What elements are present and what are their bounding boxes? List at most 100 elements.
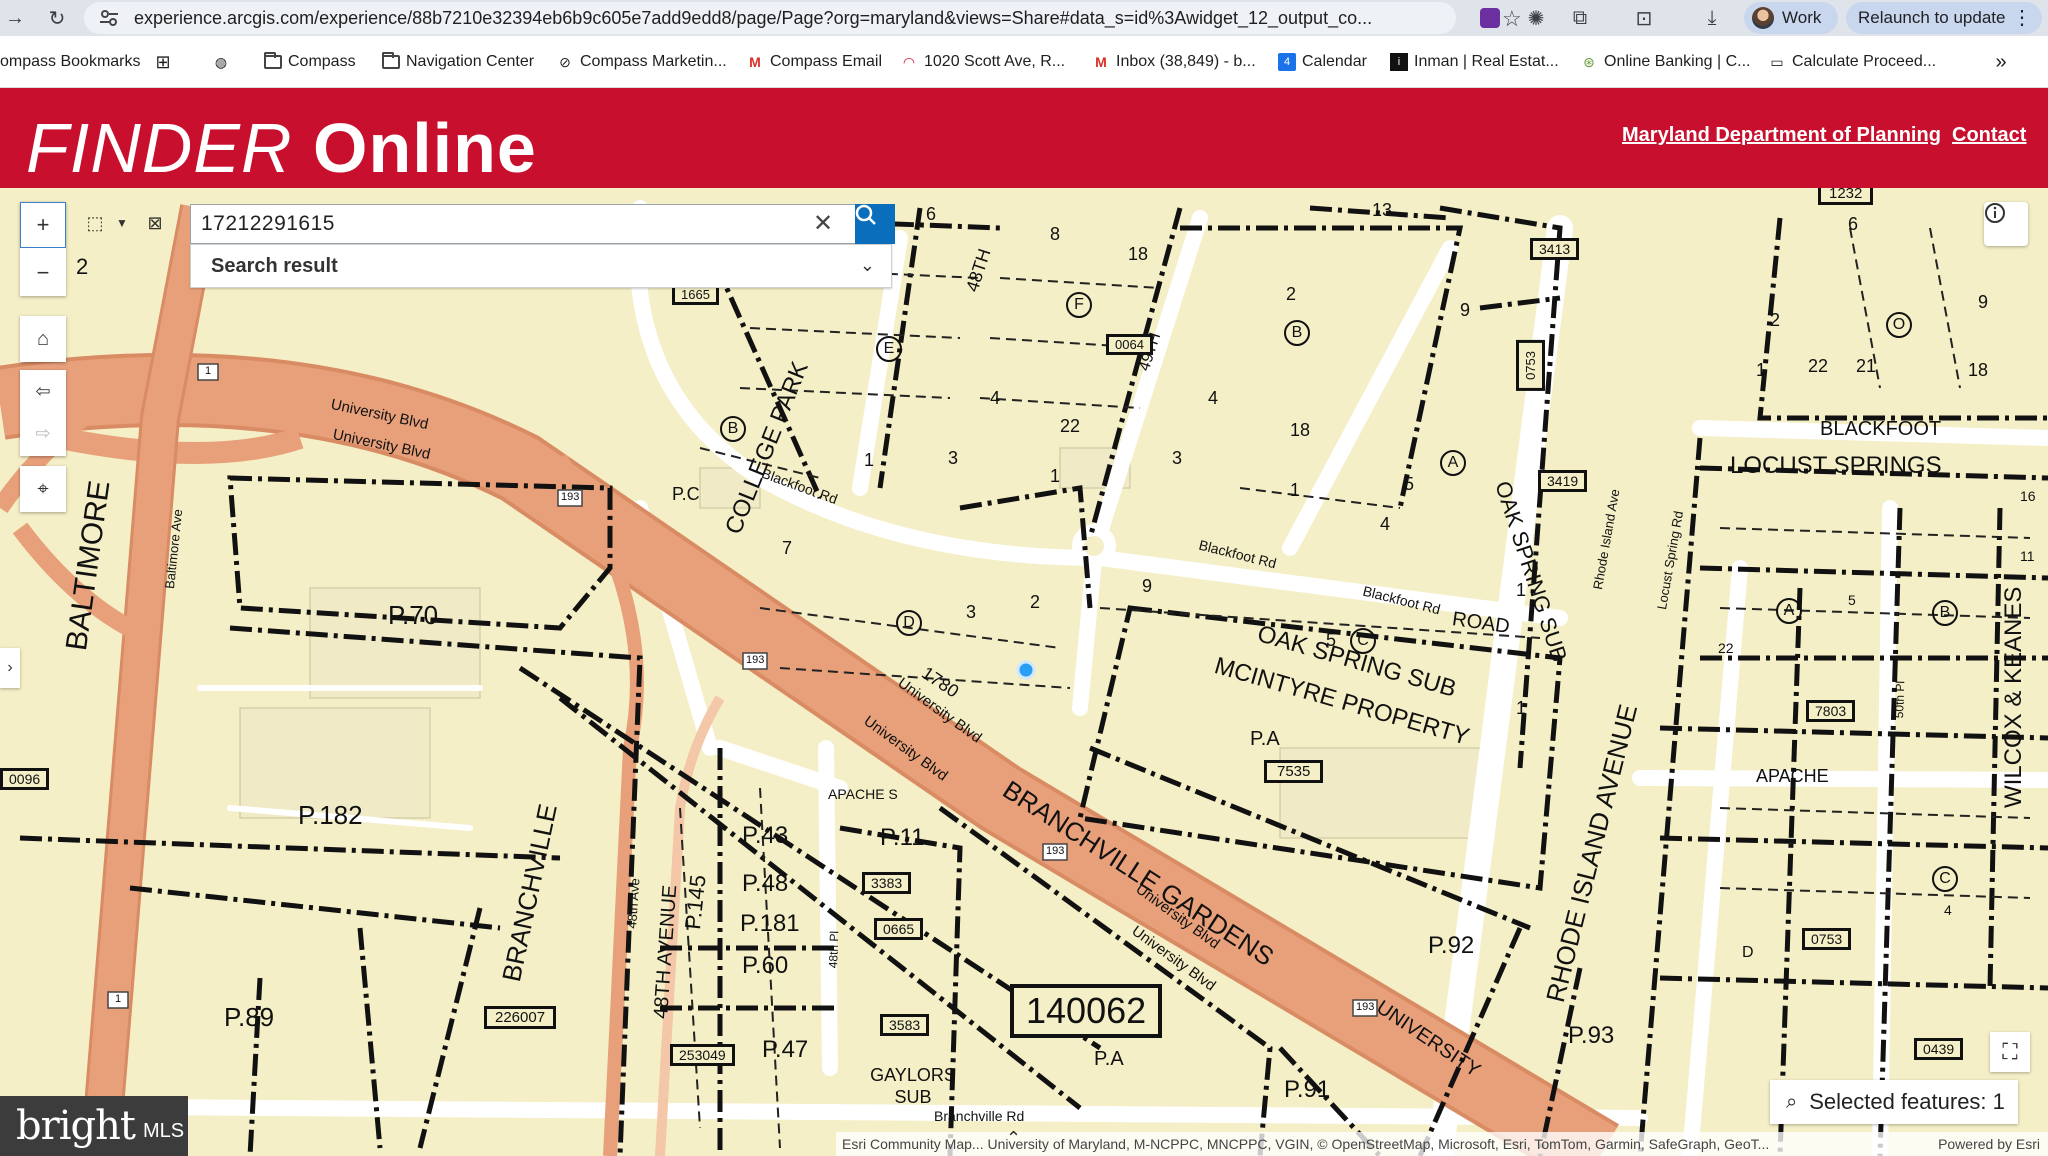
profile-label: Work: [1782, 8, 1822, 27]
zoom-in-button[interactable]: +: [20, 202, 66, 248]
bookmark-item[interactable]: ⊘ Compass Marketin...: [556, 50, 727, 74]
lot-number: 3: [948, 448, 959, 468]
parcel-id-box: 7535: [1264, 760, 1324, 783]
previous-extent-icon[interactable]: ⇦: [20, 370, 66, 412]
relaunch-button[interactable]: Relaunch to update ⋮: [1846, 2, 2042, 34]
parcel-id-box: 0753: [1516, 340, 1545, 391]
apps-grid-icon[interactable]: ⊞: [154, 50, 172, 74]
select-pointer-icon[interactable]: ⬚: [80, 202, 110, 244]
bookmark-label: 1020 Scott Ave, R...: [924, 53, 1066, 70]
bookmark-folder-navigation[interactable]: Navigation Center: [382, 50, 534, 74]
map-label: P.11: [880, 824, 925, 851]
info-icon: [1985, 203, 2005, 223]
route-shield-label: 193: [1046, 845, 1065, 857]
selected-features-button[interactable]: ⌕ Selected features: 1: [1770, 1080, 2018, 1124]
bright-mls-logo: bright MLS: [0, 1096, 188, 1156]
download-icon[interactable]: ⤓: [1698, 4, 1726, 32]
lot-number: 18: [1290, 420, 1311, 440]
search-input[interactable]: 17212291615: [201, 212, 335, 236]
lot-number: 6: [1848, 214, 1859, 234]
address-bar[interactable]: experience.arcgis.com/experience/88b7210…: [84, 2, 1522, 34]
bookmark-item[interactable]: ◠ 1020 Scott Ave, R...: [900, 50, 1065, 74]
lot-number: 1: [864, 450, 875, 470]
bookmark-label: Inbox (38,849) - b...: [1116, 53, 1256, 70]
map-label: P.91: [1284, 1076, 1331, 1103]
bookmark-label: Calculate Proceed...: [1792, 53, 1937, 70]
search-result-dropdown[interactable]: Search result ⌄: [190, 244, 892, 288]
bookmark-label: Inman | Real Estat...: [1414, 53, 1559, 70]
app-title-online: Online: [313, 109, 537, 187]
map-label: 48th Pl: [826, 930, 842, 969]
lot-number: 4: [1944, 902, 1952, 918]
lot-number: 2: [76, 254, 89, 279]
extension-gear-icon[interactable]: ✺: [1522, 4, 1550, 32]
lot-number: 1: [1516, 580, 1527, 600]
url-text[interactable]: experience.arcgis.com/experience/88b7210…: [134, 8, 1444, 29]
bookmark-item[interactable]: ompass Bookmarks: [0, 50, 141, 74]
lot-number: 2: [1770, 310, 1781, 330]
parcel-id-box: 0096: [0, 768, 50, 790]
site-settings-icon[interactable]: [100, 10, 118, 26]
home-button[interactable]: ⌂: [20, 316, 66, 362]
more-bookmarks-icon[interactable]: »: [1992, 50, 2010, 74]
lot-number: 1: [1516, 698, 1527, 718]
lot-number: 5: [1404, 474, 1415, 494]
extensions-puzzle-icon[interactable]: ⧉: [1566, 4, 1594, 32]
bookmark-item[interactable]: M Inbox (38,849) - b...: [1092, 50, 1256, 74]
site-icon: ▭: [1770, 53, 1784, 70]
block-letter: E: [876, 336, 902, 362]
locate-button[interactable]: ⌖: [20, 466, 66, 512]
bookmark-item[interactable]: M Compass Email: [746, 50, 882, 74]
lot-number: 21: [1856, 356, 1877, 376]
bookmark-star-icon[interactable]: ☆: [1502, 6, 1522, 32]
bookmark-item[interactable]: ▭ Calculate Proceed...: [1768, 50, 1936, 74]
tab-search-icon[interactable]: ⊡: [1630, 4, 1658, 32]
lot-number: 3: [966, 602, 977, 622]
extension-purple-icon[interactable]: [1476, 4, 1504, 32]
map-view[interactable]: University Blvd University Blvd Universi…: [0, 188, 2048, 1156]
map-label: P.182: [298, 800, 363, 830]
search-button[interactable]: [855, 204, 895, 244]
parcel-id-box: 0439: [1914, 1038, 1964, 1060]
bookmark-item[interactable]: 4 Calendar: [1278, 50, 1367, 74]
map-label: P.C: [672, 484, 700, 504]
info-button[interactable]: [1984, 202, 2028, 246]
expand-panel-button[interactable]: ›: [0, 648, 20, 688]
bookmark-item[interactable]: ⊛ Online Banking | C...: [1580, 50, 1750, 74]
search-box: 17212291615 ✕: [190, 204, 895, 244]
more-menu-icon[interactable]: ⋮: [2012, 5, 2032, 30]
reload-icon[interactable]: ↻: [42, 3, 72, 33]
app-title: FINDER Online: [26, 108, 537, 188]
lot-number: 22: [1060, 416, 1081, 436]
chevron-up-icon[interactable]: ⌃: [1006, 1128, 1021, 1149]
map-label: APACHE S: [828, 786, 898, 802]
gmail-icon: M: [749, 54, 761, 70]
chevron-down-icon: ⌄: [859, 255, 875, 275]
bookmark-label: ompass Bookmarks: [0, 53, 141, 70]
lot-number: 3: [1172, 448, 1183, 468]
compass-icon: ⊘: [559, 53, 571, 70]
chevron-down-icon[interactable]: ▼: [112, 202, 132, 244]
map-label: P.92: [1428, 932, 1475, 959]
parcel-id-box: 0665: [874, 918, 924, 940]
fullscreen-button[interactable]: ⛶: [1990, 1032, 2030, 1072]
map-label: LOCUST SPRINGS: [1730, 452, 1942, 479]
powered-by-esri[interactable]: Powered by Esri: [1938, 1136, 2040, 1152]
globe-icon[interactable]: ◍: [212, 50, 230, 74]
block-letter: D: [896, 610, 922, 636]
lot-number: 13: [1372, 200, 1393, 220]
inman-icon: i: [1390, 53, 1408, 71]
bookmark-item[interactable]: i Inman | Real Estat...: [1390, 50, 1559, 74]
planning-link[interactable]: Maryland Department of Planning: [1622, 124, 1941, 147]
close-icon[interactable]: ✕: [813, 209, 833, 238]
bookmark-folder-compass[interactable]: Compass: [264, 50, 356, 74]
next-extent-icon[interactable]: ⇨: [20, 412, 66, 454]
profile-button[interactable]: Work: [1744, 2, 1838, 34]
forward-icon[interactable]: →: [0, 3, 30, 33]
bookmarks-bar: ompass Bookmarks ⊞ ◍ Compass Navigation …: [0, 36, 2048, 88]
zoom-out-button[interactable]: −: [20, 250, 66, 296]
lot-number: 22: [1808, 356, 1829, 376]
lot-number: 7: [782, 538, 793, 558]
contact-link[interactable]: Contact: [1952, 124, 2026, 147]
clear-selection-icon[interactable]: ⊠: [140, 202, 170, 244]
